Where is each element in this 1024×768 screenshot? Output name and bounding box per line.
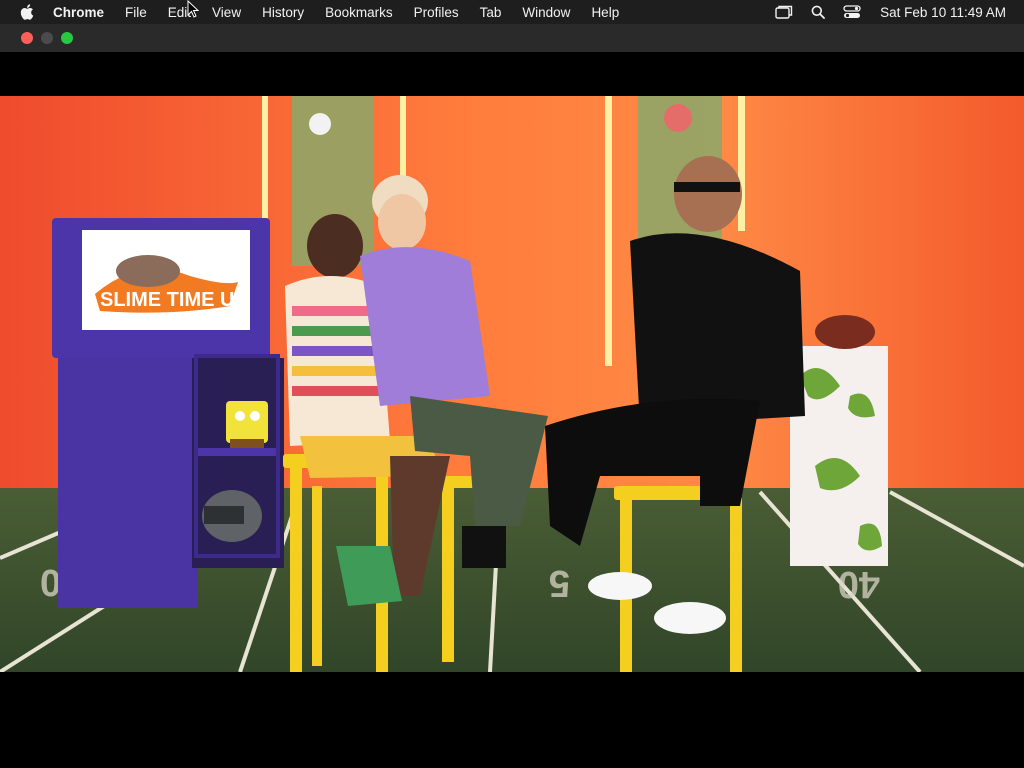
menu-tab[interactable]: Tab xyxy=(480,5,502,20)
menu-window[interactable]: Window xyxy=(522,5,570,20)
football-helmet xyxy=(202,490,262,542)
neon-light-strip xyxy=(738,96,745,231)
status-area: Sat Feb 10 11:49 AM xyxy=(774,4,1006,20)
macos-menu-bar: Chrome File Edit View History Bookmarks … xyxy=(0,0,1024,24)
zoom-window-button[interactable] xyxy=(61,32,73,44)
menu-bookmarks[interactable]: Bookmarks xyxy=(325,5,393,20)
neon-light-strip xyxy=(605,96,612,366)
banner-football-art xyxy=(309,113,331,135)
minimize-window-button[interactable] xyxy=(41,32,53,44)
control-center-icon[interactable] xyxy=(842,4,862,20)
menu-file[interactable]: File xyxy=(125,5,147,20)
video-frame[interactable]: 5 40 0 SLIME TIME UK xyxy=(0,96,1024,672)
window-title-bar xyxy=(0,24,1024,52)
banner-character-art xyxy=(664,104,692,132)
menu-view[interactable]: View xyxy=(212,5,241,20)
slime-pedestal xyxy=(790,315,888,566)
screen-logo: SLIME TIME UK xyxy=(100,289,249,311)
window-switcher-icon[interactable] xyxy=(774,4,794,20)
menu-help[interactable]: Help xyxy=(591,5,619,20)
menu-profiles[interactable]: Profiles xyxy=(414,5,459,20)
mouse-pointer-icon xyxy=(187,0,199,18)
search-icon[interactable] xyxy=(808,4,828,20)
close-window-button[interactable] xyxy=(21,32,33,44)
menu-history[interactable]: History xyxy=(262,5,304,20)
spongebob-plush xyxy=(226,401,268,448)
svg-text:40: 40 xyxy=(838,563,880,605)
svg-text:5: 5 xyxy=(549,562,570,604)
menu-bar-clock[interactable]: Sat Feb 10 11:49 AM xyxy=(880,5,1006,20)
menu-app-name[interactable]: Chrome xyxy=(53,5,104,20)
svg-text:0: 0 xyxy=(40,563,61,605)
video-player[interactable]: 5 40 0 SLIME TIME UK xyxy=(0,52,1024,768)
video-scene: 5 40 0 SLIME TIME UK xyxy=(0,96,1024,672)
apple-logo-icon[interactable] xyxy=(19,4,35,20)
